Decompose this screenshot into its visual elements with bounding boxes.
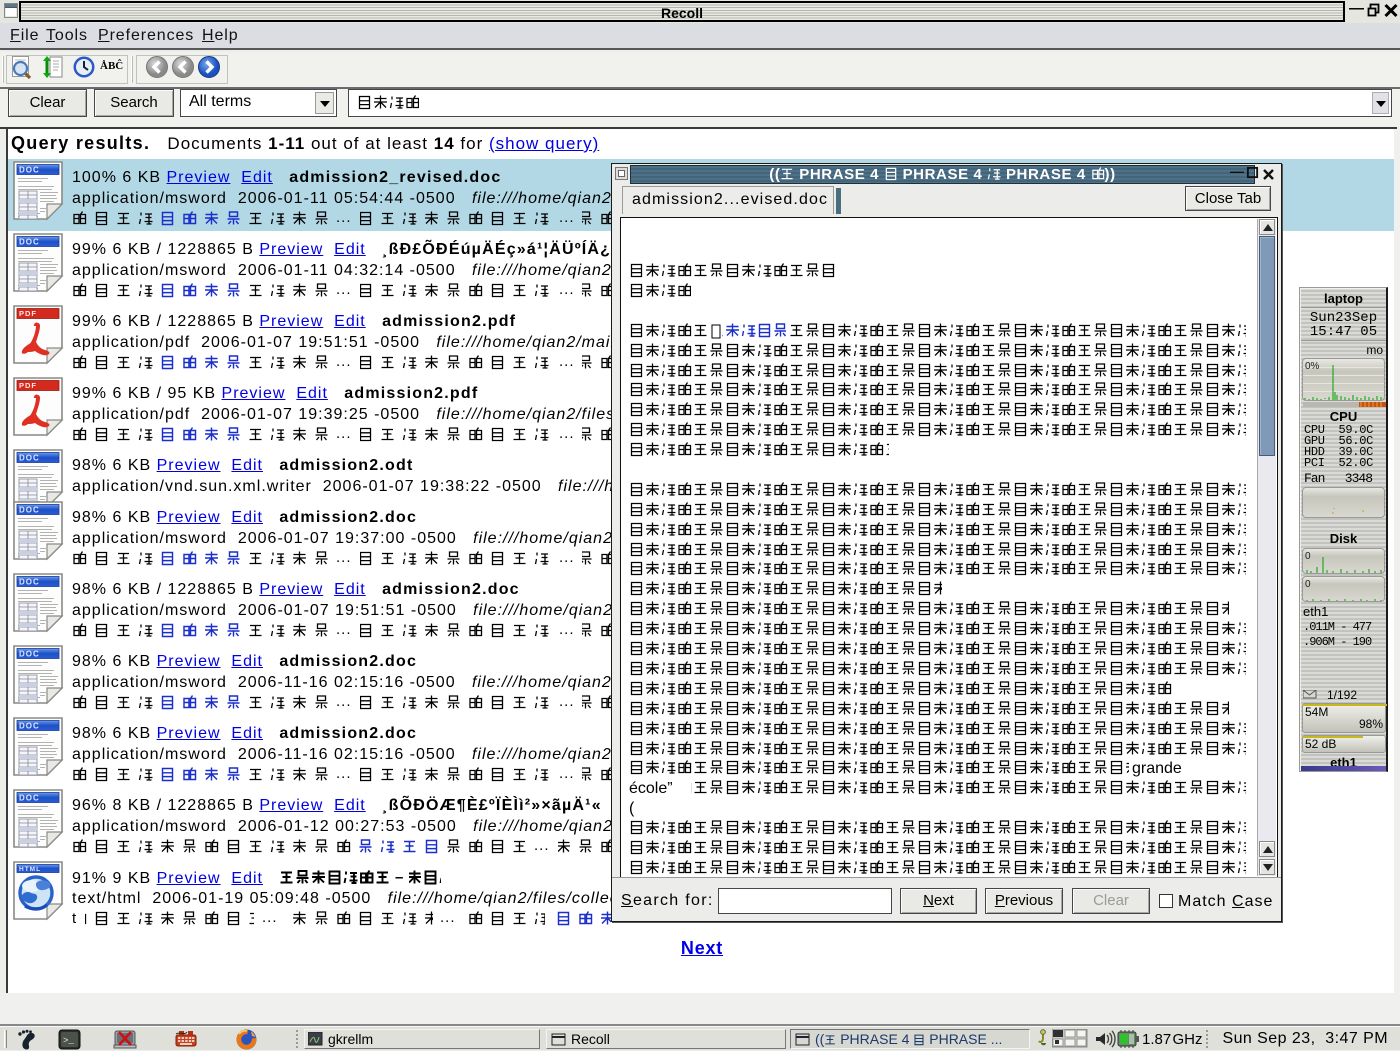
svg-text:...: ... xyxy=(559,550,575,566)
svg-text:...: ... xyxy=(440,910,456,926)
svg-text:...: ... xyxy=(336,210,352,226)
svg-text:...: ... xyxy=(559,354,575,370)
svg-text:...: ... xyxy=(559,426,575,442)
svg-text:0%: 0% xyxy=(1305,361,1320,372)
svg-text:>_: >_ xyxy=(63,1036,74,1046)
svg-text:...: ... xyxy=(559,622,575,638)
svg-text:...: ... xyxy=(336,426,352,442)
svg-text:–: – xyxy=(395,869,404,886)
svg-text:...: ... xyxy=(262,910,278,926)
svg-text:...: ... xyxy=(336,550,352,566)
svg-text:grande: grande xyxy=(1132,760,1182,777)
svg-text:0: 0 xyxy=(1305,579,1311,590)
svg-text:école”: école” xyxy=(629,780,673,797)
svg-text:...: ... xyxy=(559,210,575,226)
svg-text:...: ... xyxy=(336,282,352,298)
svg-text:...: ... xyxy=(336,622,352,638)
svg-text:...: ... xyxy=(336,766,352,782)
svg-text:...: ... xyxy=(336,354,352,370)
svg-text:t: t xyxy=(72,910,77,927)
svg-text:...: ... xyxy=(559,694,575,710)
svg-text:...: ... xyxy=(534,838,550,854)
svg-text:...: ... xyxy=(559,282,575,298)
svg-text:0: 0 xyxy=(1305,551,1311,562)
svg-text:...: ... xyxy=(336,694,352,710)
svg-text:...: ... xyxy=(559,766,575,782)
svg-text:(: ( xyxy=(629,800,635,817)
